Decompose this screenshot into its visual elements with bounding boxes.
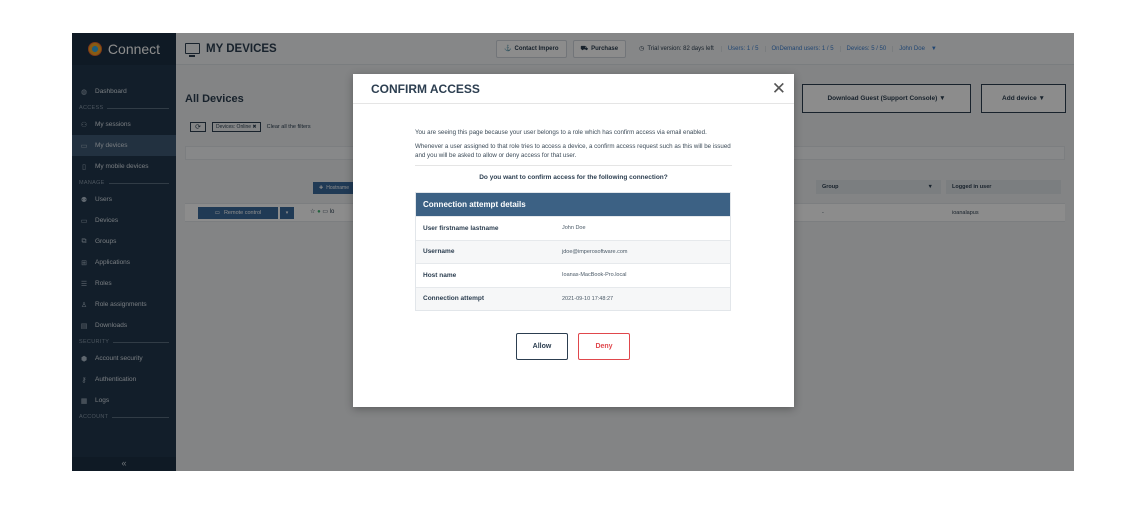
dialog-title: CONFIRM ACCESS [371, 81, 480, 96]
detail-row: User firstname lastname John Doe [416, 216, 730, 240]
dialog-actions: Allow Deny [415, 333, 731, 360]
allow-button[interactable]: Allow [516, 333, 568, 360]
confirm-access-dialog: CONFIRM ACCESS ✕ You are seeing this pag… [353, 74, 794, 407]
deny-button[interactable]: Deny [578, 333, 630, 360]
close-icon[interactable]: ✕ [772, 80, 786, 97]
detail-value: jdoe@imperosoftware.com [562, 248, 628, 255]
detail-row: Connection attempt 2021-09-10 17:48:27 [416, 286, 730, 310]
app-window: Connect ◍ Dashboard ACCESS ⚇ My sessions ▭… [72, 33, 1074, 471]
explanation-paragraph-2: Whenever a user assigned to that role tr… [415, 143, 731, 159]
connection-details-table: Connection attempt details User firstnam… [415, 192, 731, 311]
detail-label: Username [423, 248, 455, 256]
detail-row: Username jdoe@imperosoftware.com [416, 239, 730, 263]
detail-label: Connection attempt [423, 295, 485, 303]
connection-details-title: Connection attempt details [416, 193, 730, 216]
divider [415, 165, 732, 166]
confirm-question: Do you want to confirm access for the fo… [479, 174, 668, 181]
detail-row: Host name Ioanas-MacBook-Pro.local [416, 263, 730, 287]
dialog-header: CONFIRM ACCESS ✕ [353, 74, 794, 104]
dialog-body: You are seeing this page because your us… [353, 104, 794, 360]
detail-label: User firstname lastname [423, 224, 499, 232]
detail-value: Ioanas-MacBook-Pro.local [562, 272, 627, 279]
detail-label: Host name [423, 271, 457, 279]
detail-value: John Doe [562, 225, 586, 232]
detail-value: 2021-09-10 17:48:27 [562, 295, 614, 302]
explanation-paragraph-1: You are seeing this page because your us… [415, 129, 707, 136]
